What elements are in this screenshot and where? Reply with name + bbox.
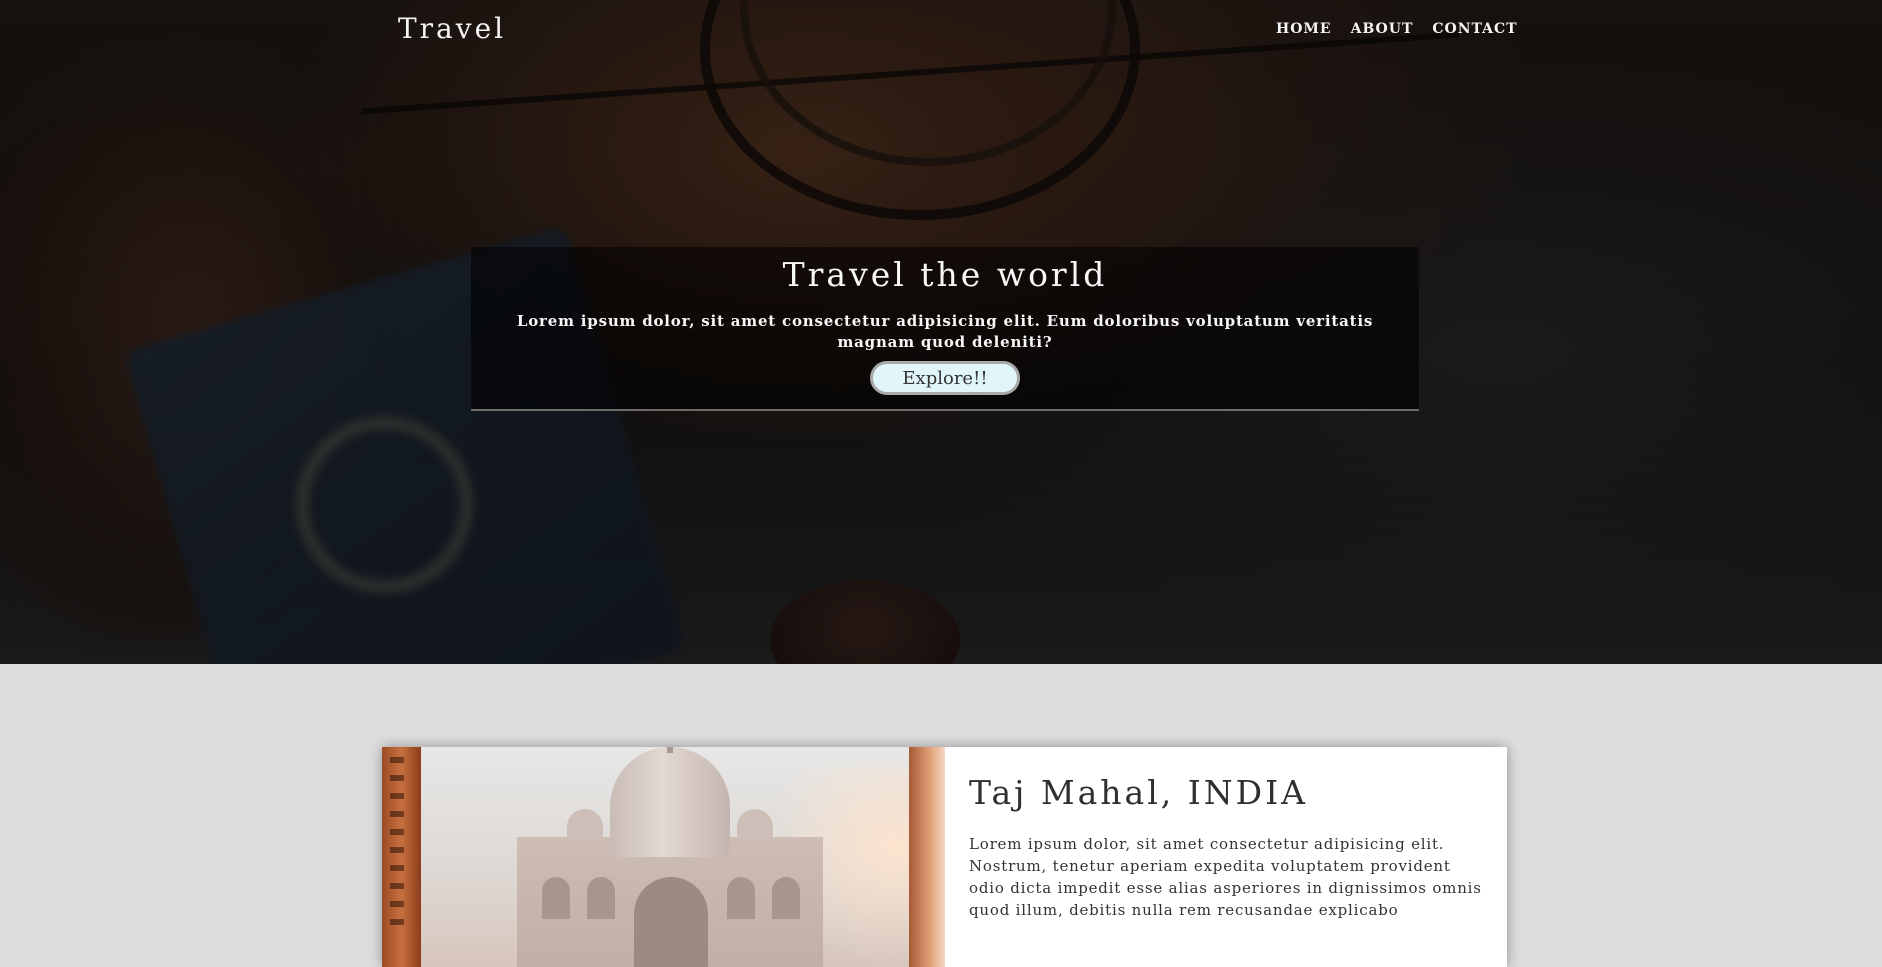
taj-mahal-main-arch	[634, 877, 708, 967]
hero-section: Travel HOME ABOUT CONTACT Travel the wor…	[0, 0, 1882, 664]
taj-mahal-arch-left-1	[542, 877, 570, 919]
taj-mahal-finial	[667, 747, 673, 753]
nav-link-home[interactable]: HOME	[1276, 21, 1332, 37]
taj-mahal-dome	[610, 747, 730, 857]
destination-card: Taj Mahal, INDIA Lorem ipsum dolor, sit …	[382, 747, 1507, 967]
card-description: Lorem ipsum dolor, sit amet consectetur …	[969, 835, 1482, 919]
taj-mahal-chhatri-left	[567, 809, 603, 839]
card-body: Taj Mahal, INDIA Lorem ipsum dolor, sit …	[945, 747, 1507, 967]
explore-button[interactable]: Explore!!	[870, 361, 1020, 395]
card-title: Taj Mahal, INDIA	[969, 773, 1309, 812]
nav-link-about[interactable]: ABOUT	[1351, 21, 1414, 37]
sandstone-pillar-left	[382, 747, 421, 967]
hero-title: Travel the world	[782, 255, 1108, 294]
nav-item-contact: CONTACT	[1432, 18, 1517, 37]
taj-mahal-arch-right-2	[772, 877, 800, 919]
taj-mahal-arch-right-1	[727, 877, 755, 919]
hero-description: Lorem ipsum dolor, sit amet consectetur …	[516, 312, 1374, 351]
hero-content-box: Travel the world Lorem ipsum dolor, sit …	[471, 247, 1419, 411]
sandstone-pillar-right	[909, 747, 945, 967]
taj-mahal-arch-left-2	[587, 877, 615, 919]
main-nav: HOME ABOUT CONTACT	[1276, 18, 1518, 37]
taj-mahal-chhatri-right	[737, 809, 773, 839]
brand-logo[interactable]: Travel	[398, 12, 506, 45]
taj-mahal-image	[382, 747, 945, 967]
nav-item-about: ABOUT	[1351, 18, 1414, 37]
nav-item-home: HOME	[1276, 18, 1332, 37]
nav-link-contact[interactable]: CONTACT	[1432, 21, 1517, 37]
